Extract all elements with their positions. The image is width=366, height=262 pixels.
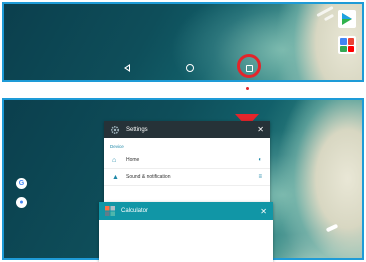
close-icon[interactable]: ✕: [260, 207, 267, 216]
calculator-card-title: Calculator: [121, 208, 149, 214]
gmail-mini-icon: [347, 38, 354, 45]
navigation-bar: [4, 54, 362, 80]
google-apps-folder-icon[interactable]: [338, 36, 356, 54]
tutorial-figure: G ● Settings ✕ Device ⌂ Home ◐ ▲ Sound &…: [0, 0, 366, 262]
settings-row-label: Home: [126, 157, 140, 163]
youtube-mini-icon: [347, 45, 354, 52]
maps-mini-icon: [340, 45, 347, 52]
calculator-preview: [99, 220, 273, 262]
google-mini-icon: [340, 38, 347, 45]
voice-search-icon[interactable]: ●: [16, 197, 27, 208]
settings-row-sound[interactable]: ▲ Sound & notification ≡: [104, 169, 270, 186]
back-triangle-icon: [124, 64, 130, 72]
settings-card-header: Settings ✕: [104, 121, 270, 138]
back-button[interactable]: [119, 60, 135, 76]
close-icon[interactable]: ✕: [257, 125, 264, 134]
settings-row-home[interactable]: ⌂ Home ◐: [104, 152, 270, 169]
settings-row-label: Sound & notification: [126, 174, 171, 180]
settings-card-title: Settings: [126, 126, 148, 133]
play-triangle-icon: [342, 13, 352, 25]
section-label-device: Device: [110, 144, 124, 149]
calculator-icon: [105, 206, 115, 216]
connector-dot: [246, 87, 249, 90]
half-circle-icon: ◐: [258, 157, 262, 163]
recent-card-calculator[interactable]: Calculator ✕: [99, 202, 273, 262]
settings-gear-icon: [110, 125, 120, 135]
home-button[interactable]: [182, 60, 198, 76]
home-icon: ⌂: [112, 156, 117, 164]
bell-icon: ▲: [112, 173, 119, 181]
recent-apps-highlight-circle: [237, 54, 261, 78]
google-search-icon[interactable]: G: [16, 178, 27, 189]
home-screen-panel: [2, 2, 364, 82]
calculator-card-header: Calculator ✕: [99, 202, 273, 220]
home-circle-icon: [186, 64, 194, 72]
list-icon: ≡: [258, 174, 262, 180]
play-store-icon[interactable]: [338, 10, 356, 28]
